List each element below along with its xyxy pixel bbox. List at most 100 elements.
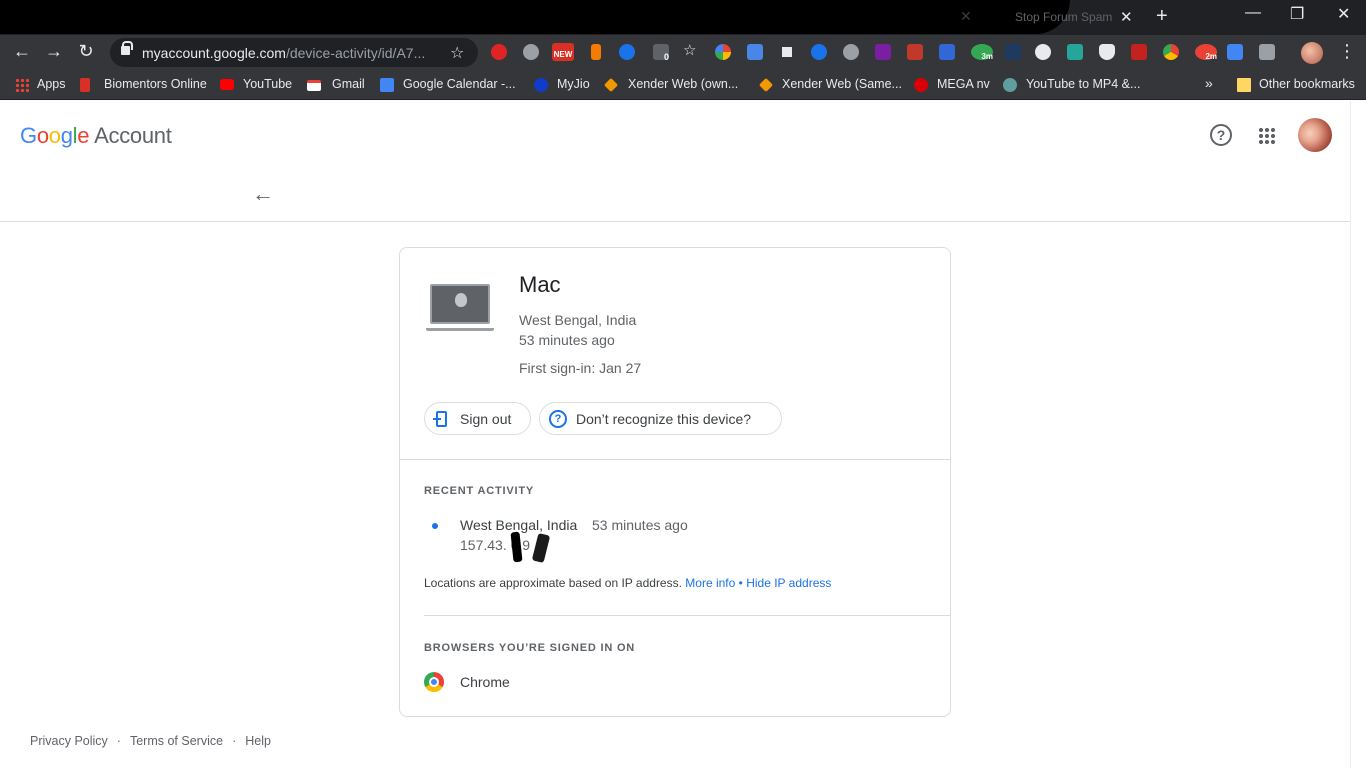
back-arrow-icon[interactable]: ←: [252, 181, 274, 207]
ublock-extension-icon[interactable]: [491, 44, 507, 60]
url-text[interactable]: myaccount.google.com/device-activity/id/…: [142, 45, 425, 61]
google-apps-icon[interactable]: [1258, 127, 1276, 145]
url-domain: myaccount.google.com: [142, 45, 286, 61]
counter-extension-icon[interactable]: 0: [653, 44, 669, 62]
tab-strip: ✕ Stop Forum Spam ✕ + — ❐ ✕: [0, 0, 1366, 35]
more-info-link[interactable]: More info: [685, 576, 735, 590]
close-window-button[interactable]: ✕: [1337, 4, 1350, 24]
privacy-policy-link[interactable]: Privacy Policy: [30, 734, 108, 748]
divider: [400, 459, 950, 460]
logo-letter: o: [48, 123, 61, 148]
bookmark-youtube[interactable]: YouTube: [243, 77, 292, 91]
bookmark-gmail[interactable]: Gmail: [332, 77, 365, 91]
bookmark-xender-own[interactable]: Xender Web (own...: [628, 77, 738, 91]
tab-close-icon[interactable]: ✕: [960, 8, 972, 25]
account-header: Google Account ? ←: [0, 101, 1350, 222]
forward-button[interactable]: →: [43, 41, 65, 62]
page-footer: Privacy Policy · Terms of Service · Help: [30, 734, 271, 748]
activity-location: West Bengal, India: [460, 517, 578, 533]
other-bookmarks-folder[interactable]: Other bookmarks: [1259, 77, 1355, 91]
restore-button[interactable]: ❐: [1290, 4, 1304, 24]
page-scrollbar[interactable]: [1350, 101, 1366, 768]
bookmark-youtube-to-mp4[interactable]: YouTube to MP4 &...: [1026, 77, 1140, 91]
bookmarks-overflow-button[interactable]: »: [1205, 75, 1213, 91]
logo-letter: e: [77, 123, 90, 148]
gmail-icon: [307, 80, 321, 91]
hide-ip-link[interactable]: Hide IP address: [746, 576, 831, 590]
extension-icon[interactable]: [811, 44, 827, 60]
activity-time: 53 minutes ago: [592, 517, 688, 533]
extension-icon[interactable]: [1067, 44, 1083, 60]
bookmark-biomentors[interactable]: Biomentors Online: [104, 77, 207, 91]
extension-icon[interactable]: [939, 44, 955, 60]
extension-icon[interactable]: [747, 44, 763, 60]
profile-avatar[interactable]: [1301, 42, 1323, 64]
sign-out-icon: [433, 411, 447, 427]
browser-name: Chrome: [460, 674, 510, 690]
extension-icon[interactable]: [1163, 44, 1179, 60]
close-tab-icon[interactable]: ✕: [1120, 8, 1133, 26]
new-tab-button[interactable]: +: [1156, 5, 1168, 28]
url-path: /device-activity/id/A7...: [285, 45, 426, 61]
bookmark-mega[interactable]: MEGA nv: [937, 77, 990, 91]
timer-extension-icon[interactable]: 3m: [971, 44, 993, 61]
mega-icon: [914, 78, 928, 92]
bookmark-xender-same[interactable]: Xender Web (Same...: [782, 77, 902, 91]
address-bar[interactable]: myaccount.google.com/device-activity/id/…: [110, 38, 478, 67]
device-card: Mac West Bengal, India 53 minutes ago Fi…: [399, 247, 951, 717]
extension-icon[interactable]: [779, 44, 795, 60]
translate-extension-icon[interactable]: [1227, 44, 1243, 60]
pinwheel-extension-icon[interactable]: [715, 44, 731, 60]
device-location: West Bengal, India: [519, 312, 637, 328]
bookmark-myjio[interactable]: MyJio: [557, 77, 590, 91]
help-circle-icon: ?: [549, 410, 567, 428]
extension-icon[interactable]: [1259, 44, 1275, 60]
google-account-logo[interactable]: Google Account: [20, 123, 172, 149]
browsers-signed-in-title: BROWSERS YOU’RE SIGNED IN ON: [424, 642, 636, 654]
location-note-text: Locations are approximate based on IP ad…: [424, 576, 682, 590]
chrome-menu-icon[interactable]: ⋮: [1338, 41, 1356, 62]
sign-out-button[interactable]: Sign out: [424, 402, 531, 435]
converter-icon: [1003, 78, 1017, 92]
location-note: Locations are approximate based on IP ad…: [424, 576, 831, 590]
bookmark-star-icon[interactable]: ☆: [450, 43, 464, 63]
help-icon[interactable]: ?: [1210, 124, 1232, 146]
extension-icon[interactable]: [1035, 44, 1051, 60]
pocket-extension-icon[interactable]: [1099, 44, 1115, 60]
chrome-icon: [424, 672, 444, 692]
logo-letter: g: [60, 123, 73, 148]
extension-icon[interactable]: [875, 44, 891, 60]
extension-icon[interactable]: [523, 44, 539, 60]
extension-icon[interactable]: [843, 44, 859, 60]
bookmarks-bar: Apps Biomentors Online YouTube Gmail Goo…: [0, 70, 1366, 100]
activity-bullet: [432, 523, 438, 529]
extension-icon[interactable]: [907, 44, 923, 60]
extension-icon[interactable]: [1005, 44, 1021, 60]
recent-activity-title: RECENT ACTIVITY: [424, 485, 534, 497]
help-link[interactable]: Help: [245, 734, 271, 748]
footer-separator: ·: [232, 734, 237, 748]
reload-button[interactable]: ↻: [75, 41, 97, 62]
minimize-button[interactable]: —: [1245, 4, 1261, 22]
bookmark-apps[interactable]: Apps: [37, 77, 66, 91]
back-button[interactable]: ←: [11, 41, 33, 62]
apple-logo-icon: [455, 293, 467, 307]
dont-recognize-label: Don’t recognize this device?: [576, 411, 752, 427]
dont-recognize-device-button[interactable]: ? Don’t recognize this device?: [539, 402, 782, 435]
terms-of-service-link[interactable]: Terms of Service: [130, 734, 223, 748]
device-name: Mac: [519, 272, 561, 297]
redaction-scribble: [0, 0, 1070, 34]
pdf-extension-icon[interactable]: [1131, 44, 1147, 60]
lock-icon[interactable]: [121, 41, 133, 55]
bookmark-google-calendar[interactable]: Google Calendar -...: [403, 77, 516, 91]
account-avatar[interactable]: [1298, 118, 1332, 152]
extension-icon[interactable]: [591, 44, 601, 60]
tab-title[interactable]: Stop Forum Spam: [1015, 10, 1112, 24]
apps-grid-icon[interactable]: [15, 78, 29, 92]
timer-extension-icon[interactable]: 2m: [1195, 44, 1217, 61]
star-extension-icon[interactable]: ☆: [683, 41, 699, 59]
new-badge-extension-icon[interactable]: NEW: [552, 43, 574, 61]
account-label: Account: [94, 123, 172, 148]
play-extension-icon[interactable]: [619, 44, 635, 60]
xender-icon: [603, 77, 619, 93]
